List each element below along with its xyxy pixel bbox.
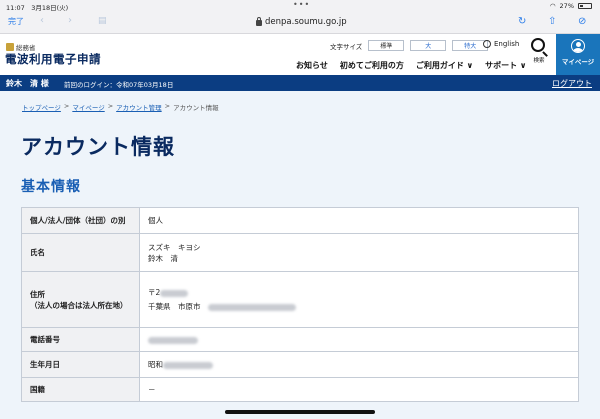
breadcrumb-current: アカウント情報 xyxy=(173,104,219,112)
user-name: 鈴木 清 様 xyxy=(6,79,49,88)
nav-guide[interactable]: ご利用ガイド ∨ xyxy=(416,60,473,71)
birth-value: 昭和 xyxy=(139,351,579,378)
address-label: 住所 （法人の場合は法人所在地） xyxy=(21,271,140,328)
english-link[interactable]: English xyxy=(483,40,519,48)
page-title: アカウント情報 xyxy=(21,135,175,159)
org-emblem-icon xyxy=(6,43,14,51)
forward-icon[interactable]: › xyxy=(68,15,72,26)
breadcrumb: トップページ > マイページ > アカウント管理 > アカウント情報 xyxy=(22,102,219,112)
type-label: 個人/法人/団体（社団）の別 xyxy=(21,207,140,234)
logout-link[interactable]: ログアウト xyxy=(552,78,592,89)
breadcrumb-home[interactable]: トップページ xyxy=(22,102,61,112)
back-icon[interactable]: ‹ xyxy=(40,15,44,26)
done-button[interactable]: 完了 xyxy=(8,16,24,27)
compass-icon[interactable]: ⊘ xyxy=(578,16,586,27)
table-row: 個人/法人/団体（社団）の別 個人 xyxy=(21,207,579,234)
breadcrumb-mypage[interactable]: マイページ xyxy=(72,102,104,112)
lock-icon xyxy=(256,17,262,26)
user-icon xyxy=(571,39,585,53)
type-value: 個人 xyxy=(139,207,579,234)
multitask-dots-icon[interactable]: ••• xyxy=(293,0,310,9)
address-value: 〒2 千葉県 市原市 xyxy=(139,271,579,328)
mypage-button[interactable]: マイページ xyxy=(556,34,600,75)
wifi-icon: ◠ xyxy=(549,2,556,10)
nation-label: 国籍 xyxy=(21,377,140,402)
battery-percent: 27% xyxy=(559,2,574,10)
phone-label: 電話番号 xyxy=(21,327,140,352)
redacted-text xyxy=(160,289,189,297)
globe-icon xyxy=(483,40,491,48)
share-icon[interactable]: ⇧ xyxy=(548,16,556,27)
battery-icon xyxy=(578,3,592,9)
nav-news[interactable]: お知らせ xyxy=(296,60,328,71)
status-bar: 11:07 3月18日(火) ••• ◠ 27% xyxy=(0,0,600,12)
redacted-text xyxy=(208,303,296,311)
url-text: denpa.soumu.go.jp xyxy=(265,17,347,27)
status-time: 11:07 3月18日(火) xyxy=(6,4,69,12)
birth-label: 生年月日 xyxy=(21,351,140,378)
table-row: 国籍 － xyxy=(21,377,579,402)
address-bar[interactable]: denpa.soumu.go.jp xyxy=(256,17,347,27)
home-indicator[interactable] xyxy=(225,410,375,414)
account-info-table: 個人/法人/団体（社団）の別 個人 氏名 スズキ キヨシ 鈴木 清 住所 （法人… xyxy=(21,207,579,402)
redacted-text xyxy=(148,336,198,344)
table-row: 住所 （法人の場合は法人所在地） 〒2 千葉県 市原市 xyxy=(21,271,579,328)
breadcrumb-account[interactable]: アカウント管理 xyxy=(116,102,162,112)
redacted-text xyxy=(163,361,213,369)
name-kanji: 鈴木 清 xyxy=(148,253,178,263)
browser-bar: 完了 ‹ › ▤ denpa.soumu.go.jp ↻ ⇧ ⊘ xyxy=(0,12,600,34)
name-value: スズキ キヨシ 鈴木 清 xyxy=(139,233,579,272)
section-title: 基本情報 xyxy=(21,179,81,195)
table-row: 電話番号 xyxy=(21,327,579,352)
zip-code: 〒2 xyxy=(148,287,570,298)
phone-value xyxy=(139,327,579,352)
site-title[interactable]: 電波利用電子申請 xyxy=(5,51,101,67)
nav-first-time[interactable]: 初めてご利用の方 xyxy=(340,60,404,71)
table-row: 生年月日 昭和 xyxy=(21,351,579,378)
nation-value: － xyxy=(139,377,579,402)
user-bar: 鈴木 清 様 前回のログイン：令和07年03月18日 ログアウト xyxy=(0,75,600,91)
last-login: 前回のログイン：令和07年03月18日 xyxy=(64,81,174,89)
font-size-label: 文字サイズ xyxy=(330,42,363,51)
search-button[interactable]: 検索 xyxy=(528,38,550,64)
main-nav: お知らせ 初めてご利用の方 ご利用ガイド ∨ サポート ∨ xyxy=(296,60,526,71)
breadcrumb-separator: > xyxy=(107,102,114,110)
breadcrumb-separator: > xyxy=(164,102,171,110)
font-size-control: 文字サイズ 標準 大 特大 xyxy=(330,40,489,51)
status-right: ◠ 27% xyxy=(550,2,592,10)
address-line: 千葉県 市原市 xyxy=(148,301,570,312)
font-size-large-button[interactable]: 大 xyxy=(410,40,447,51)
name-kana: スズキ キヨシ xyxy=(148,242,201,252)
nav-support[interactable]: サポート ∨ xyxy=(485,60,526,71)
breadcrumb-separator: > xyxy=(63,102,70,110)
reload-icon[interactable]: ↻ xyxy=(518,16,526,27)
font-size-standard-button[interactable]: 標準 xyxy=(368,40,405,51)
name-label: 氏名 xyxy=(21,233,140,272)
table-row: 氏名 スズキ キヨシ 鈴木 清 xyxy=(21,233,579,272)
search-icon xyxy=(531,38,545,52)
reader-icon[interactable]: ▤ xyxy=(98,16,107,26)
